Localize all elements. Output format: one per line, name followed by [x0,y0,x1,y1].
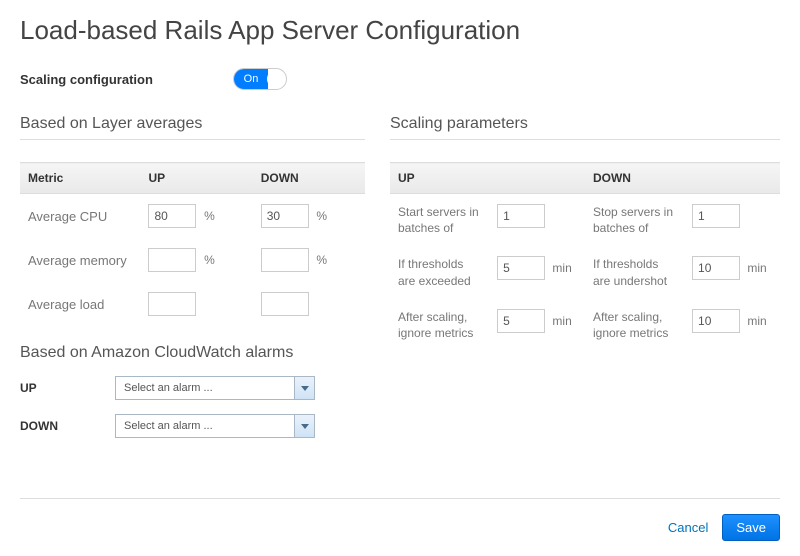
toggle-knob [267,70,285,88]
unit-label: % [316,253,327,267]
metric-label: Average load [20,282,140,326]
param-label: Stop servers in batches of [585,194,684,247]
unit-label: min [552,261,571,275]
unit-label: % [204,253,215,267]
cloudwatch-down-label: DOWN [20,419,115,433]
select-value: Select an alarm ... [116,420,294,432]
cloudwatch-heading: Based on Amazon CloudWatch alarms [20,344,365,362]
page-title: Load-based Rails App Server Configuratio… [20,15,780,46]
unit-label: % [204,209,215,223]
col-down: DOWN [585,163,780,194]
layer-averages-heading: Based on Layer averages [20,115,365,140]
table-row: Start servers in batches of Stop servers… [390,194,780,247]
ignore-metrics-up-input[interactable] [497,309,545,333]
select-value: Select an alarm ... [116,382,294,394]
col-up: UP [140,163,252,194]
cloudwatch-down-select[interactable]: Select an alarm ... [115,414,315,438]
unit-label: min [747,314,766,328]
chevron-down-icon [294,377,314,399]
layer-metrics-table: Metric UP DOWN Average CPU % % [20,162,365,326]
col-down: DOWN [253,163,365,194]
stop-servers-batch-input[interactable] [692,204,740,228]
table-row: If thresholds are exceeded min If thresh… [390,246,780,298]
scaling-params-table: UP DOWN Start servers in batches of Stop… [390,162,780,351]
table-row: Average memory % % [20,238,365,282]
start-servers-batch-input[interactable] [497,204,545,228]
avg-memory-down-input[interactable] [261,248,309,272]
param-label: If thresholds are exceeded [390,246,489,298]
param-label: If thresholds are undershot [585,246,684,298]
thresholds-undershot-input[interactable] [692,256,740,280]
table-row: Average CPU % % [20,194,365,239]
avg-memory-up-input[interactable] [148,248,196,272]
ignore-metrics-down-input[interactable] [692,309,740,333]
cloudwatch-up-label: UP [20,381,115,395]
scaling-config-toggle[interactable]: On [233,68,287,90]
avg-cpu-down-input[interactable] [261,204,309,228]
param-label: After scaling, ignore metrics [585,299,684,351]
metric-label: Average memory [20,238,140,282]
cancel-button[interactable]: Cancel [668,520,708,535]
table-row: After scaling, ignore metrics min After … [390,299,780,351]
table-row: Average load [20,282,365,326]
metric-label: Average CPU [20,194,140,239]
unit-label: min [552,314,571,328]
avg-load-down-input[interactable] [261,292,309,316]
col-metric: Metric [20,163,140,194]
param-label: Start servers in batches of [390,194,489,247]
avg-load-up-input[interactable] [148,292,196,316]
unit-label: % [316,209,327,223]
scaling-params-heading: Scaling parameters [390,115,780,140]
avg-cpu-up-input[interactable] [148,204,196,228]
scaling-config-label: Scaling configuration [20,72,233,87]
col-up: UP [390,163,585,194]
chevron-down-icon [294,415,314,437]
toggle-on-text: On [234,69,268,89]
save-button[interactable]: Save [722,514,780,541]
param-label: After scaling, ignore metrics [390,299,489,351]
cloudwatch-up-select[interactable]: Select an alarm ... [115,376,315,400]
thresholds-exceeded-input[interactable] [497,256,545,280]
unit-label: min [747,261,766,275]
